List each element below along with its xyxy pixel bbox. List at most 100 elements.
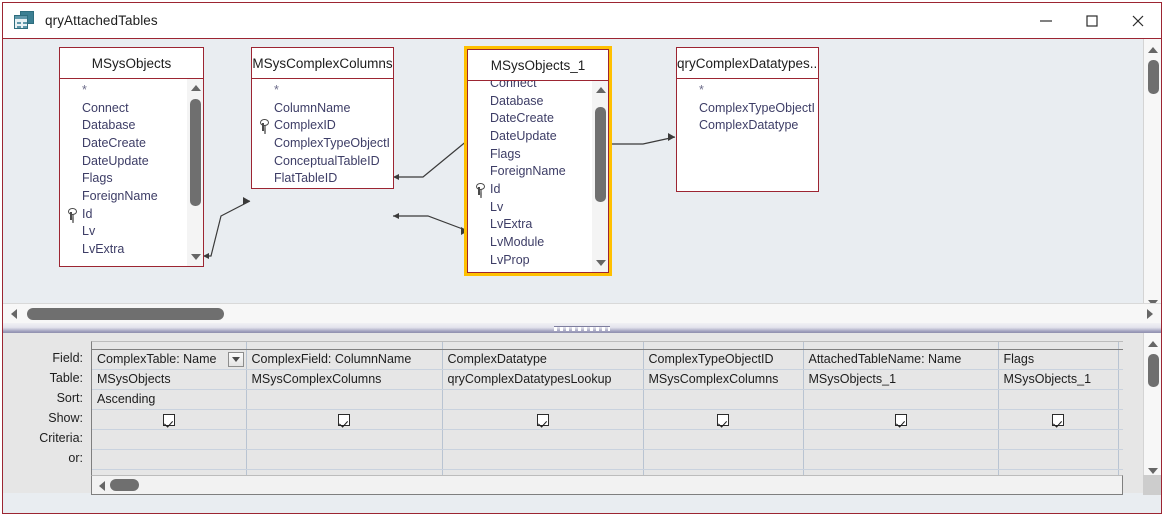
or-cell[interactable] (803, 449, 999, 470)
show-checkbox[interactable] (894, 413, 907, 426)
show-checkbox[interactable] (1052, 413, 1064, 426)
criteria-cell[interactable] (643, 429, 804, 450)
sort-cell[interactable] (442, 389, 644, 410)
criteria-cell[interactable] (998, 429, 1119, 450)
close-button[interactable] (1115, 3, 1161, 38)
row-label-sort: Sort: (56, 391, 83, 405)
or-cell[interactable] (442, 449, 644, 470)
field-list-MSysObjects[interactable]: MSysObjects * Connect Database DateCreat… (59, 47, 204, 267)
field-name: ComplexDatatype (699, 118, 799, 133)
pane-splitter[interactable] (3, 323, 1161, 333)
field-cell[interactable] (1118, 349, 1123, 370)
or-cell[interactable] (1118, 449, 1123, 470)
maximize-button[interactable] (1069, 3, 1115, 38)
field-list-scrollbar[interactable] (186, 79, 203, 266)
field-name: Database (490, 93, 544, 108)
table-cell[interactable]: qryComplexDatatypesLookup (442, 369, 644, 390)
field-row: ForeignName (468, 162, 591, 180)
scrollbar-thumb[interactable] (190, 99, 201, 206)
show-checkbox-cell[interactable] (803, 409, 999, 430)
show-checkbox-cell[interactable] (1118, 409, 1123, 430)
field-list-qryComplexDatatypes[interactable]: qryComplexDatatypes... * ComplexTypeObje… (676, 47, 819, 192)
field-list-body[interactable]: * Connect Database DateCreate DateUpdate… (60, 79, 203, 266)
scrollbar-thumb[interactable] (595, 107, 606, 202)
chevron-down-icon[interactable] (227, 351, 244, 367)
field-cell[interactable]: AttachedTableName: Name (803, 349, 999, 370)
or-cell[interactable] (246, 449, 443, 470)
or-cell[interactable] (998, 449, 1119, 470)
sort-cell[interactable] (643, 389, 804, 410)
sort-cell[interactable]: Ascending (92, 389, 247, 410)
diagram-vertical-scrollbar[interactable] (1143, 39, 1161, 313)
field-name: ConceptualTableID (274, 153, 380, 168)
field-cell[interactable]: ComplexTypeObjectID (643, 349, 804, 370)
scrollbar-thumb[interactable] (1148, 60, 1159, 94)
show-checkbox-cell[interactable] (998, 409, 1119, 430)
scroll-up-icon[interactable] (1144, 41, 1162, 58)
table-diagram-pane[interactable]: MSysObjects * Connect Database DateCreat… (3, 39, 1161, 313)
show-checkbox[interactable] (162, 413, 175, 426)
field-list-MSysComplexColumns[interactable]: MSysComplexColumns * ColumnName ComplexI… (251, 47, 394, 189)
table-cell[interactable] (1118, 369, 1123, 390)
scroll-down-icon[interactable] (592, 255, 608, 271)
field-cell[interactable]: ComplexField: ColumnName (246, 349, 443, 370)
field-list-scrollbar[interactable] (591, 81, 608, 272)
scroll-up-icon[interactable] (1144, 335, 1162, 352)
join-arrow-4 (668, 133, 675, 141)
field-list-body[interactable]: * ComplexTypeObjectI ComplexDatatype (677, 79, 818, 191)
field-cell[interactable]: ComplexDatatype (442, 349, 644, 370)
show-checkbox-cell[interactable] (92, 409, 247, 430)
show-checkbox[interactable] (717, 413, 729, 426)
minimize-button[interactable] (1023, 3, 1069, 38)
grid-horizontal-scrollbar[interactable] (91, 475, 1123, 495)
scroll-left-icon[interactable] (93, 476, 111, 496)
table-cell[interactable]: MSysObjects (92, 369, 247, 390)
show-checkbox[interactable] (338, 413, 350, 426)
criteria-cell[interactable] (803, 429, 999, 450)
sort-cell[interactable] (1118, 389, 1123, 410)
show-checkbox-cell[interactable] (442, 409, 644, 430)
table-cell[interactable]: MSysObjects_1 (803, 369, 999, 390)
criteria-cell[interactable] (92, 429, 247, 450)
field-cell[interactable]: Flags (998, 349, 1119, 370)
show-checkbox[interactable] (536, 413, 549, 426)
field-name: * (82, 82, 87, 97)
field-row: Database (60, 116, 186, 134)
show-checkbox-cell[interactable] (246, 409, 443, 430)
field-list-body[interactable]: Connect Database DateCreate DateUpdate F… (468, 81, 608, 272)
sort-cell[interactable] (803, 389, 999, 410)
qbe-grid-scroller[interactable]: ComplexTable: Name ComplexField: ColumnN… (91, 341, 1123, 476)
scroll-up-icon[interactable] (592, 82, 608, 98)
criteria-cell[interactable] (246, 429, 443, 450)
sort-cell[interactable] (998, 389, 1119, 410)
criteria-cell[interactable] (1118, 429, 1123, 450)
join-line-3 (393, 215, 469, 232)
scrollbar-thumb[interactable] (27, 308, 224, 320)
field-name: ComplexTypeObjectI (699, 100, 816, 115)
or-cell[interactable] (643, 449, 804, 470)
grid-vertical-scrollbar[interactable] (1143, 333, 1161, 481)
field-list-MSysObjects_1[interactable]: MSysObjects_1 Connect Database DateCreat… (464, 46, 612, 276)
field-list-title: MSysObjects_1 (468, 50, 608, 81)
scroll-up-icon[interactable] (187, 80, 203, 96)
table-cell[interactable]: MSysObjects_1 (998, 369, 1119, 390)
field-list-body[interactable]: * ColumnName ComplexID ComplexTypeObject… (252, 79, 393, 188)
table-cell[interactable]: MSysComplexColumns (643, 369, 804, 390)
primary-key-icon (475, 182, 485, 195)
scrollbar-thumb[interactable] (1148, 354, 1159, 387)
field-cell[interactable]: ComplexTable: Name (92, 349, 247, 370)
diagram-horizontal-scrollbar[interactable] (3, 303, 1161, 323)
scroll-right-icon[interactable] (1141, 304, 1159, 324)
scroll-down-icon[interactable] (187, 249, 203, 265)
criteria-cell[interactable] (442, 429, 644, 450)
or-cell[interactable] (92, 449, 247, 470)
scroll-left-icon[interactable] (5, 304, 23, 324)
primary-key-icon (259, 119, 269, 132)
field-row: DateUpdate (468, 127, 591, 145)
window-frame: qryAttachedTables MSysObjects * Connect … (2, 2, 1162, 514)
sort-cell[interactable] (246, 389, 443, 410)
table-cell[interactable]: MSysComplexColumns (246, 369, 443, 390)
scrollbar-corner (1143, 475, 1161, 495)
scrollbar-thumb[interactable] (110, 479, 139, 491)
show-checkbox-cell[interactable] (643, 409, 804, 430)
